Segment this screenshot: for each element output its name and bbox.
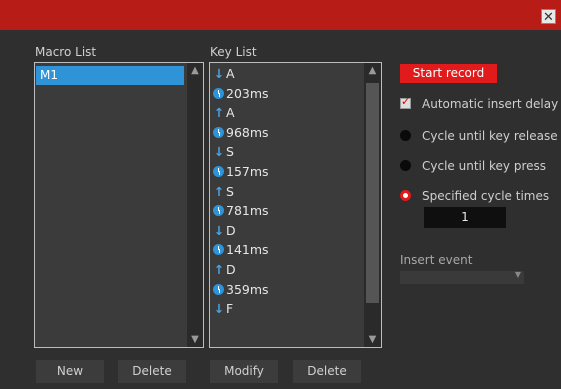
key-list-item-text: 781ms (226, 203, 269, 219)
chevron-down-icon: ▼ (514, 270, 521, 279)
scroll-up-icon[interactable]: ▲ (187, 65, 203, 76)
modify-button[interactable]: Modify (210, 360, 278, 383)
key-list-item-text: 968ms (226, 124, 269, 140)
key-list-item[interactable]: 968ms (213, 124, 269, 142)
key-list-item-text: 157ms (226, 164, 269, 179)
key-list-item[interactable]: ↓ D (213, 222, 236, 240)
clock-icon (213, 166, 224, 177)
key-list-scrollbar[interactable]: ▲ ▼ (364, 63, 381, 347)
key-list-item[interactable]: 359ms (213, 281, 269, 299)
macro-item-label: M1 (40, 68, 58, 82)
close-button[interactable]: ✕ (541, 9, 556, 25)
arrow-down-icon: ↓ (213, 144, 225, 160)
key-list-item-text: D (226, 222, 236, 238)
arrow-down-icon: ↓ (213, 222, 225, 238)
arrow-down-icon: ↓ (213, 66, 225, 81)
scroll-up-icon[interactable]: ▲ (364, 65, 381, 76)
key-list-item[interactable]: 157ms (213, 163, 269, 181)
key-list-item-text: S (226, 144, 234, 160)
key-list-item-text: S (226, 183, 234, 199)
key-list-item[interactable]: 203ms (213, 85, 269, 103)
key-list-item[interactable]: ↑ S (213, 183, 234, 201)
scroll-thumb[interactable] (366, 83, 379, 303)
arrow-down-icon: ↓ (213, 301, 225, 317)
key-list-item-text: 359ms (226, 281, 269, 297)
arrow-up-icon: ↑ (213, 262, 225, 277)
auto-insert-delay-checkbox[interactable] (400, 95, 411, 109)
macro-list-label: Macro List (35, 45, 97, 59)
arrow-up-icon: ↑ (213, 105, 225, 121)
key-list-item-text: 141ms (226, 242, 269, 258)
arrow-up-icon: ↑ (213, 183, 225, 199)
key-list-item-text: F (226, 301, 234, 317)
key-list-item-text: 203ms (226, 85, 269, 101)
clock-icon (213, 283, 224, 295)
scroll-down-icon[interactable]: ▼ (187, 334, 203, 345)
insert-event-select[interactable]: ▼ (400, 270, 524, 284)
cycle-until-release-label: Cycle until key release (422, 129, 558, 143)
key-list-item-text: A (226, 66, 235, 81)
cycle-until-press-radio[interactable] (400, 160, 411, 171)
key-list-label: Key List (210, 45, 257, 59)
cycle-times-input[interactable]: 1 (424, 207, 506, 228)
auto-insert-delay-label: Automatic insert delay (422, 97, 559, 111)
clock-icon (213, 126, 224, 138)
start-record-button[interactable]: Start record (400, 64, 497, 83)
delete-macro-button[interactable]: Delete (118, 360, 186, 383)
macro-list[interactable]: M1 ▲ ▼ (34, 62, 204, 348)
macro-list-scrollbar[interactable]: ▲ ▼ (187, 63, 203, 347)
cycle-until-release-radio[interactable] (400, 130, 411, 141)
key-list-item-text: D (226, 262, 236, 277)
cycle-until-press-label: Cycle until key press (422, 159, 547, 173)
insert-event-label: Insert event (400, 253, 473, 267)
key-list-item[interactable]: ↓ F (213, 300, 233, 318)
scroll-down-icon[interactable]: ▼ (364, 334, 381, 345)
key-list[interactable]: ↓ A 203ms ↑ A 968ms ↓ S 157ms ↑ S 781ms ↓ D 141ms ↑ D 359… (209, 62, 382, 348)
new-button[interactable]: New (36, 360, 104, 383)
delete-key-button[interactable]: Delete (293, 360, 361, 383)
clock-icon (213, 87, 224, 99)
clock-icon (213, 205, 224, 217)
specified-cycle-radio[interactable] (400, 190, 411, 201)
clock-icon (213, 244, 224, 256)
key-list-item[interactable]: ↑ A (213, 104, 235, 122)
title-bar (0, 0, 561, 30)
key-list-item[interactable]: ↓ S (213, 143, 234, 161)
key-list-item-text: A (226, 105, 235, 121)
macro-list-item-m1[interactable]: M1 (36, 66, 184, 85)
key-list-item[interactable]: ↑ D (213, 261, 236, 279)
specified-cycle-label: Specified cycle times (422, 189, 550, 203)
key-list-item[interactable]: ↓ A (213, 65, 235, 83)
key-list-item[interactable]: 781ms (213, 202, 269, 220)
key-list-item[interactable]: 141ms (213, 241, 269, 259)
